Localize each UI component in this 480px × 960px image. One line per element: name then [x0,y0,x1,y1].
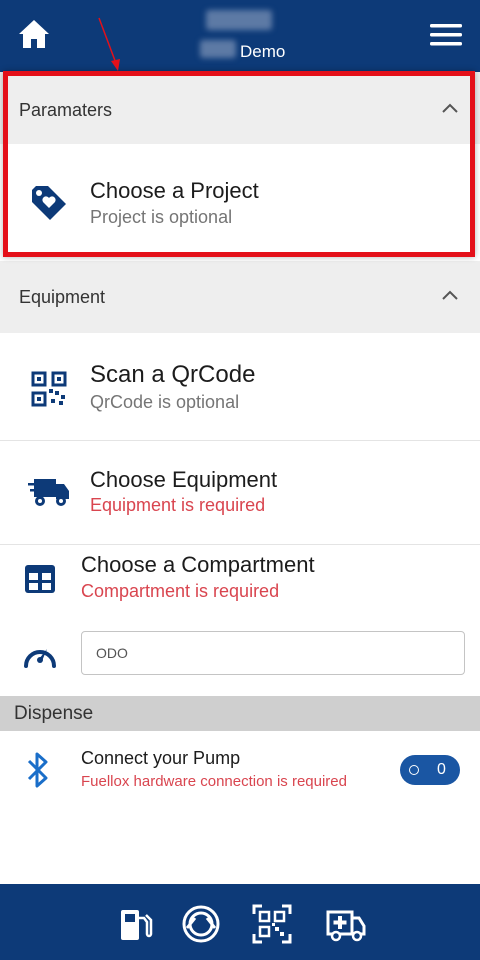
pump-ring-icon[interactable] [181,904,221,944]
parameters-section-header[interactable]: Paramaters [0,72,480,144]
annotation-arrow-icon [96,16,126,76]
choose-equipment-row[interactable]: Choose Equipment Equipment is required [0,441,480,544]
choose-compartment-row[interactable]: Choose a Compartment Compartment is requ… [0,545,480,617]
project-subtitle: Project is optional [90,207,233,227]
app-header: Demo [0,0,480,72]
section-label: Equipment [19,287,106,307]
qrcode-title: Scan a QrCode [90,361,256,388]
bluetooth-icon [26,751,50,794]
toggle-count: 0 [437,761,446,778]
section-label: Paramaters [19,100,113,120]
chevron-up-icon[interactable] [440,287,460,303]
compartment-title: Choose a Compartment [81,552,315,577]
pump-connection-toggle[interactable]: 0 [400,755,460,785]
dispense-section-header: Dispense [0,696,480,731]
speedometer-icon [22,638,58,675]
scan-qrcode-row[interactable]: Scan a QrCode QrCode is optional [0,337,480,440]
ambulance-icon[interactable] [326,904,366,944]
blurred-title-line [206,10,272,30]
chevron-up-icon[interactable] [440,100,460,116]
equipment-subtitle: Equipment is required [90,495,266,515]
qrcode-subtitle: QrCode is optional [90,392,240,412]
qr-scan-icon[interactable] [252,904,292,944]
fuel-pump-icon[interactable] [117,904,157,944]
grid-table-icon [24,564,56,599]
hamburger-menu-icon[interactable] [426,18,466,52]
odo-input[interactable] [81,631,465,675]
qr-code-icon [31,371,67,412]
equipment-title: Choose Equipment [90,467,278,492]
bottom-nav [0,884,480,960]
project-title: Choose a Project [90,178,259,203]
toggle-knob-icon [409,765,419,775]
equipment-section-header[interactable]: Equipment [0,261,480,333]
section-label: Dispense [14,703,94,724]
home-icon[interactable] [16,16,52,52]
choose-project-row[interactable]: Choose a Project Project is optional [0,152,480,252]
pump-subtitle: Fuellox hardware connection is required [81,773,347,790]
pump-title: Connect your Pump [81,748,241,768]
truck-icon [28,475,70,514]
page-title: Demo [240,42,286,61]
compartment-subtitle: Compartment is required [81,581,280,601]
tag-heart-icon [28,182,68,227]
blurred-title-prefix [200,40,236,58]
